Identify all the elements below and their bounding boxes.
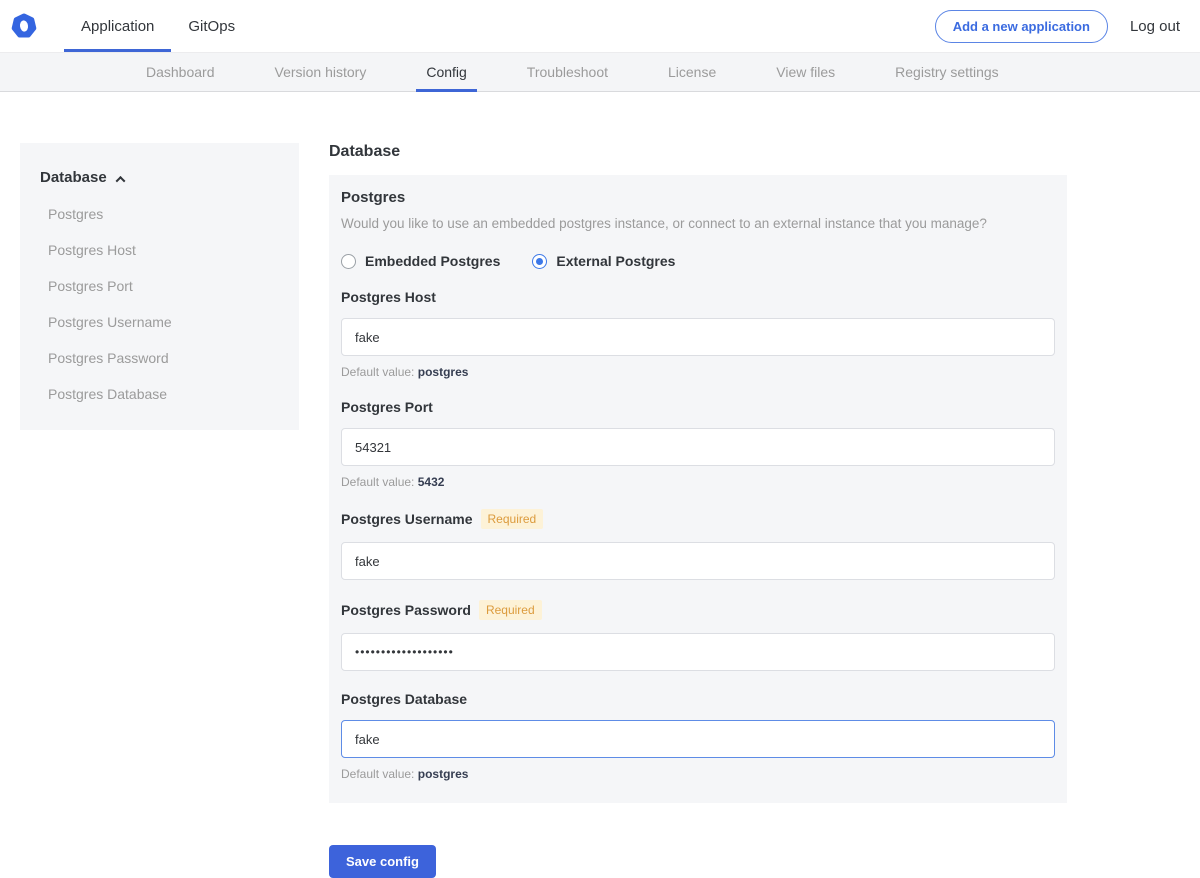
radio-external-postgres-label: External Postgres [556, 253, 675, 269]
postgres-password-input[interactable] [341, 633, 1055, 671]
sub-tab-config-label: Config [426, 64, 466, 80]
postgres-port-label: Postgres Port [341, 399, 433, 415]
topnav-spacer [252, 0, 935, 52]
sub-tab-license-label: License [668, 64, 716, 80]
sidebar-item-postgres-port[interactable]: Postgres Port [40, 278, 279, 294]
app-logo[interactable] [10, 0, 38, 52]
postgres-database-helper: Default value: postgres [341, 767, 1055, 781]
chevron-up-icon [115, 175, 125, 185]
top-tab-gitops-label: GitOps [188, 18, 235, 35]
sub-tab-registry-settings-label: Registry settings [895, 64, 998, 80]
sidebar-item-postgres-username[interactable]: Postgres Username [40, 314, 279, 330]
sidebar-group-database[interactable]: Database [40, 169, 279, 186]
sub-tab-troubleshoot[interactable]: Troubleshoot [497, 53, 638, 91]
field-postgres-username: Postgres Username Required [341, 509, 1055, 580]
required-badge: Required [481, 509, 544, 529]
config-sidebar: Database Postgres Postgres Host Postgres… [20, 143, 299, 430]
sub-tab-registry-settings[interactable]: Registry settings [865, 53, 1028, 91]
sidebar-item-postgres[interactable]: Postgres [40, 206, 279, 222]
save-config-button[interactable]: Save config [329, 845, 436, 878]
default-value-text: 5432 [418, 475, 445, 489]
content-area: Database Postgres Postgres Host Postgres… [0, 143, 1200, 878]
sub-tab-troubleshoot-label: Troubleshoot [527, 64, 608, 80]
postgres-port-input[interactable] [341, 428, 1055, 466]
postgres-host-input[interactable] [341, 318, 1055, 356]
sidebar-item-postgres-host[interactable]: Postgres Host [40, 242, 279, 258]
top-tab-application[interactable]: Application [64, 0, 171, 52]
sub-tab-version-history[interactable]: Version history [245, 53, 397, 91]
postgres-host-helper: Default value: postgres [341, 365, 1055, 379]
radio-embedded-postgres-label: Embedded Postgres [365, 253, 500, 269]
required-badge: Required [479, 600, 542, 620]
field-postgres-database: Postgres Database Default value: postgre… [341, 691, 1055, 781]
postgres-radio-row: Embedded Postgres External Postgres [341, 253, 1055, 269]
default-value-label: Default value: [341, 475, 414, 489]
radio-unchecked-icon [341, 254, 356, 269]
logout-link[interactable]: Log out [1130, 18, 1180, 35]
postgres-password-label: Postgres Password [341, 602, 471, 618]
config-group-card: Postgres Would you like to use an embedd… [329, 175, 1067, 803]
postgres-port-helper: Default value: 5432 [341, 475, 1055, 489]
sub-tab-view-files-label: View files [776, 64, 835, 80]
postgres-database-label: Postgres Database [341, 691, 467, 707]
add-new-application-button[interactable]: Add a new application [935, 10, 1108, 43]
postgres-group-description: Would you like to use an embedded postgr… [341, 216, 1055, 231]
default-value-text: postgres [418, 767, 469, 781]
postgres-radio-group: Postgres Would you like to use an embedd… [341, 189, 1055, 269]
sub-nav: Dashboard Version history Config Trouble… [0, 52, 1200, 92]
default-value-text: postgres [418, 365, 469, 379]
field-postgres-password: Postgres Password Required [341, 600, 1055, 671]
postgres-host-label: Postgres Host [341, 289, 436, 305]
postgres-database-input[interactable] [341, 720, 1055, 758]
radio-checked-icon [532, 254, 547, 269]
sidebar-item-postgres-database[interactable]: Postgres Database [40, 386, 279, 402]
postgres-group-label: Postgres [341, 189, 1055, 206]
sub-tab-license[interactable]: License [638, 53, 746, 91]
default-value-label: Default value: [341, 767, 414, 781]
sidebar-item-list: Postgres Postgres Host Postgres Port Pos… [40, 206, 279, 402]
replicated-logo-icon [10, 12, 38, 40]
sidebar-item-postgres-password[interactable]: Postgres Password [40, 350, 279, 366]
sub-tab-config[interactable]: Config [396, 53, 496, 91]
default-value-label: Default value: [341, 365, 414, 379]
sub-tab-dashboard-label: Dashboard [146, 64, 215, 80]
top-tab-application-label: Application [81, 18, 154, 35]
field-postgres-port: Postgres Port Default value: 5432 [341, 399, 1055, 489]
field-postgres-host: Postgres Host Default value: postgres [341, 289, 1055, 379]
top-tab-gitops[interactable]: GitOps [171, 0, 252, 52]
sub-tab-dashboard[interactable]: Dashboard [116, 53, 245, 91]
sub-tab-version-history-label: Version history [275, 64, 367, 80]
postgres-username-label: Postgres Username [341, 511, 473, 527]
sidebar-group-database-label: Database [40, 169, 107, 186]
page-title: Database [329, 143, 1067, 161]
radio-embedded-postgres[interactable]: Embedded Postgres [341, 253, 500, 269]
postgres-username-input[interactable] [341, 542, 1055, 580]
top-nav: Application GitOps Add a new application… [0, 0, 1200, 52]
config-main: Database Postgres Would you like to use … [329, 143, 1067, 878]
radio-external-postgres[interactable]: External Postgres [532, 253, 675, 269]
sub-tab-view-files[interactable]: View files [746, 53, 865, 91]
